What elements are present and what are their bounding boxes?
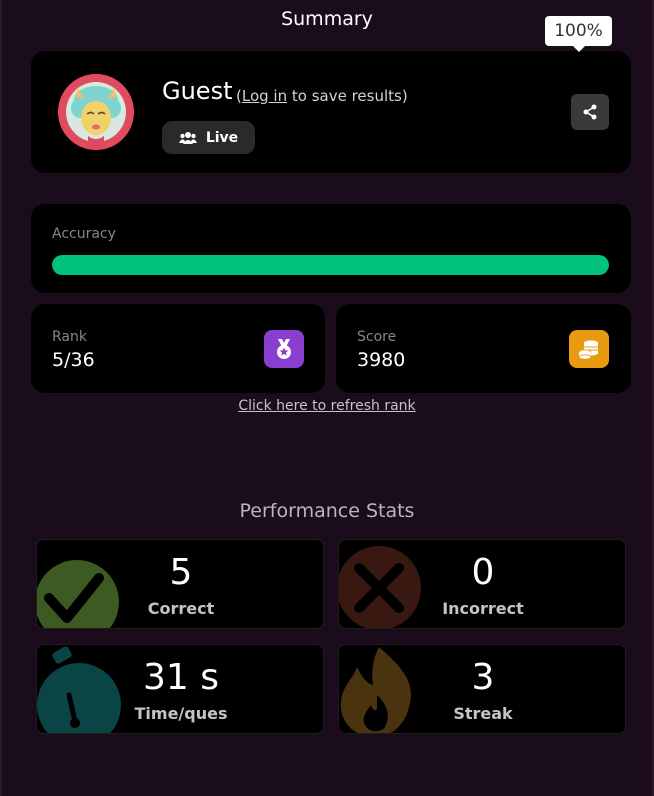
stat-time-per-question: 31 s Time/ques [36,644,324,734]
rank-card: Rank 5/36 [31,304,325,393]
rank-label: Rank [52,329,87,345]
incorrect-count: 0 [471,552,495,593]
score-value: 3980 [357,349,406,371]
score-card: Score 3980 [336,304,631,393]
accuracy-bar [52,255,609,275]
medal-icon [264,330,304,368]
stat-incorrect: 0 Incorrect [338,539,626,629]
streak-count: 3 [471,657,495,698]
time-per-question-value: 31 s [142,657,219,698]
incorrect-label: Incorrect [442,599,524,618]
guest-name: Guest [162,77,233,105]
login-link[interactable]: Log in [242,87,287,105]
stat-streak: 3 Streak [338,644,626,734]
group-icon [178,131,197,144]
time-per-question-label: Time/ques [134,704,228,723]
share-icon [583,104,597,120]
share-button[interactable] [571,94,609,130]
score-label: Score [357,329,397,345]
performance-stats-title: Performance Stats [239,500,415,522]
profile-card: Guest (Log in to save results) Live [31,51,631,173]
accuracy-label: Accuracy [52,226,116,242]
accuracy-percent-tooltip: 100% [545,16,612,52]
accuracy-card: Accuracy [31,204,631,293]
coins-icon [569,330,609,368]
live-chip-label: Live [205,129,239,146]
correct-count: 5 [169,552,193,593]
note-rest: to save results) [287,87,408,105]
login-note: (Log in to save results) [236,87,408,105]
accuracy-bar-fill [52,255,609,275]
rank-value: 5/36 [52,349,95,371]
live-mode-chip: Live [162,121,255,154]
correct-label: Correct [147,599,215,618]
llama-avatar-icon [58,74,134,150]
refresh-rank-link[interactable]: Click here to refresh rank [0,398,654,414]
streak-label: Streak [453,704,513,723]
stat-correct: 5 Correct [36,539,324,629]
